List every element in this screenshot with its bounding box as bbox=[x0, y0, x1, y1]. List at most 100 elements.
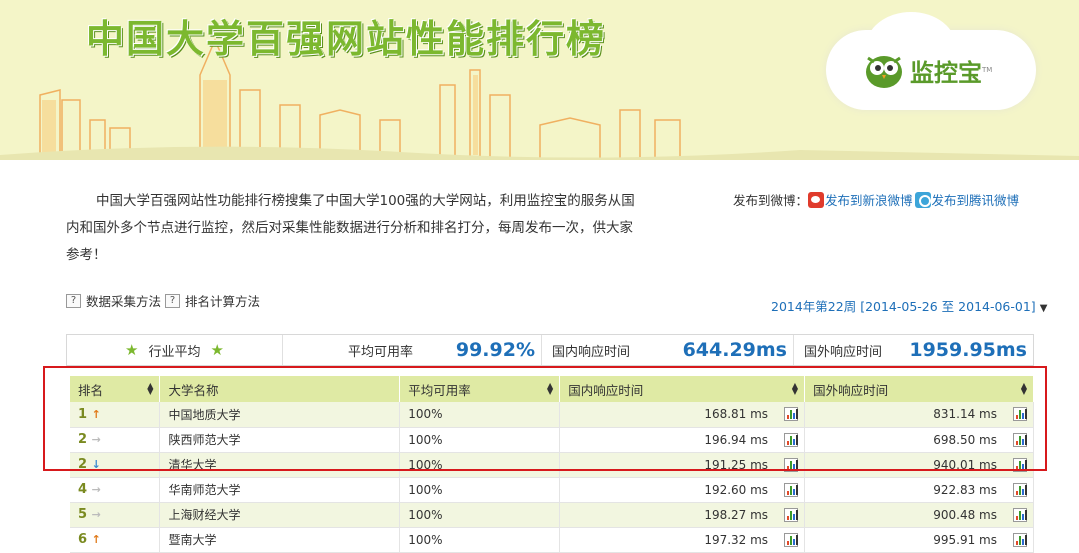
table-header-row: 排名 ▲ ▼ 大学名称 平均可用率 ▲ ▼ 国内响应时间 ▲ ▼ 国外响应时间 ▲ ▼ bbox=[70, 376, 1034, 402]
tencent-weibo-icon bbox=[914, 191, 931, 208]
average-domestic-cell: 国内响应时间 644.29ms bbox=[542, 335, 794, 365]
domestic-time-cell: 197.32 ms bbox=[559, 527, 806, 553]
domestic-time-cell: 191.25 ms bbox=[559, 452, 806, 478]
rank-cell: 1 ↑ bbox=[70, 402, 161, 428]
average-foreign-cell: 国外响应时间 1959.95ms bbox=[794, 335, 1033, 365]
domestic-time-cell: 198.27 ms bbox=[559, 502, 806, 528]
logo-trademark: TM bbox=[982, 66, 993, 74]
table-row: 2 ↓ 清华大学 100% 191.25 ms 940.01 ms bbox=[70, 452, 1034, 478]
header-banner: 中国大学百强网站性能排行榜 监控宝 TM bbox=[0, 0, 1079, 160]
university-name-cell[interactable]: 陕西师范大学 bbox=[159, 427, 401, 453]
domestic-time-cell: 192.60 ms bbox=[559, 477, 806, 503]
industry-average-bar: ★ 行业平均 ★ 平均可用率 99.92% 国内响应时间 644.29ms 国外… bbox=[66, 334, 1034, 366]
chart-icon[interactable] bbox=[784, 407, 799, 421]
trend-same-icon: → bbox=[91, 483, 101, 496]
column-header-foreign[interactable]: 国外响应时间 ▲ ▼ bbox=[804, 376, 1034, 402]
availability-cell: 100% bbox=[399, 502, 561, 528]
domestic-time-cell: 168.81 ms bbox=[559, 402, 806, 428]
week-selector[interactable]: 2014年第22周 [2014-05-26 至 2014-06-01] ▼ bbox=[771, 296, 1047, 315]
average-label: 行业平均 bbox=[148, 344, 201, 360]
methods-links: ? 数据采集方法 ? 排名计算方法 bbox=[66, 291, 260, 310]
chart-icon[interactable] bbox=[784, 507, 799, 522]
help-icon: ? bbox=[165, 293, 181, 308]
sort-icon: ▲ ▼ bbox=[791, 381, 799, 396]
intro-paragraph: 中国大学百强网站性功能排行榜搜集了中国大学100强的大学网站，利用监控宝的服务从… bbox=[66, 193, 635, 263]
university-name-cell[interactable]: 清华大学 bbox=[159, 452, 401, 478]
availability-value: 99.92% bbox=[455, 339, 535, 361]
rank-cell: 5 → bbox=[70, 502, 161, 528]
chart-icon[interactable] bbox=[784, 532, 799, 547]
column-header-rank[interactable]: 排名 ▲ ▼ bbox=[70, 376, 161, 402]
table-row: 1 ↑ 中国地质大学 100% 168.81 ms 831.14 ms bbox=[70, 402, 1034, 428]
chart-icon[interactable] bbox=[1013, 532, 1027, 547]
rank-cell: 2 ↓ bbox=[70, 452, 161, 478]
foreign-time-cell: 922.83 ms bbox=[804, 477, 1034, 503]
trend-up-icon: ↑ bbox=[91, 407, 101, 421]
foreign-time-cell: 900.48 ms bbox=[804, 502, 1034, 528]
average-title-cell: ★ 行业平均 ★ bbox=[67, 335, 283, 365]
ranking-table: 排名 ▲ ▼ 大学名称 平均可用率 ▲ ▼ 国内响应时间 ▲ ▼ 国外响应时间 ▲ ▼ 1 ↑ 中… bbox=[70, 376, 1034, 553]
sina-weibo-icon bbox=[808, 191, 825, 208]
star-icon: ★ bbox=[125, 341, 139, 359]
university-name-cell[interactable]: 华南师范大学 bbox=[159, 477, 401, 503]
university-name-cell[interactable]: 暨南大学 bbox=[159, 527, 401, 553]
availability-cell: 100% bbox=[399, 427, 561, 453]
star-icon: ★ bbox=[210, 341, 224, 359]
table-row: 5 → 上海财经大学 100% 198.27 ms 900.48 ms bbox=[70, 502, 1034, 528]
table-row: 2 → 陕西师范大学 100% 196.94 ms 698.50 ms bbox=[70, 427, 1034, 453]
owl-icon bbox=[862, 50, 906, 90]
chart-icon[interactable] bbox=[1013, 432, 1027, 447]
availability-cell: 100% bbox=[399, 452, 561, 478]
share-sina-weibo-link[interactable]: 发布到新浪微博 bbox=[808, 190, 913, 209]
foreign-time-cell: 995.91 ms bbox=[804, 527, 1034, 553]
share-bar: 发布到微博： 发布到新浪微博 发布到腾讯微博 bbox=[733, 190, 1019, 209]
share-tencent-label: 发布到腾讯微博 bbox=[931, 193, 1020, 208]
chart-icon[interactable] bbox=[1013, 457, 1027, 472]
column-header-availability[interactable]: 平均可用率 ▲ ▼ bbox=[399, 376, 561, 402]
chart-icon[interactable] bbox=[784, 432, 799, 447]
foreign-time-cell: 698.50 ms bbox=[804, 427, 1034, 453]
sort-icon: ▲ ▼ bbox=[1020, 381, 1027, 396]
rank-cell: 2 → bbox=[70, 427, 161, 453]
week-range-text: 2014年第22周 [2014-05-26 至 2014-06-01] bbox=[771, 299, 1036, 314]
rank-method-link[interactable]: 排名计算方法 bbox=[185, 291, 260, 310]
trend-down-icon: ↓ bbox=[91, 458, 101, 471]
share-label: 发布到微博： bbox=[733, 193, 809, 208]
trend-up-icon: ↑ bbox=[91, 533, 101, 546]
university-name-cell[interactable]: 中国地质大学 bbox=[159, 402, 401, 428]
domestic-label: 国内响应时间 bbox=[552, 344, 631, 360]
share-tencent-weibo-link[interactable]: 发布到腾讯微博 bbox=[913, 190, 1020, 209]
logo-text: 监控宝 bbox=[910, 58, 982, 87]
availability-cell: 100% bbox=[399, 402, 561, 428]
foreign-time-cell: 831.14 ms bbox=[804, 402, 1034, 428]
chart-icon[interactable] bbox=[784, 482, 799, 497]
availability-label: 平均可用率 bbox=[348, 344, 414, 360]
rank-cell: 6 ↑ bbox=[70, 527, 161, 553]
share-sina-label: 发布到新浪微博 bbox=[825, 193, 913, 208]
average-availability-cell: 平均可用率 99.92% bbox=[283, 335, 542, 365]
column-header-name[interactable]: 大学名称 bbox=[159, 376, 401, 402]
foreign-time-cell: 940.01 ms bbox=[804, 452, 1034, 478]
chart-icon[interactable] bbox=[1013, 507, 1027, 522]
sort-icon: ▲ ▼ bbox=[147, 381, 154, 396]
domestic-time-cell: 196.94 ms bbox=[559, 427, 806, 453]
page-banner-title: 中国大学百强网站性能排行榜 bbox=[86, 17, 607, 61]
column-header-domestic[interactable]: 国内响应时间 ▲ ▼ bbox=[559, 376, 806, 402]
university-name-cell[interactable]: 上海财经大学 bbox=[159, 502, 401, 528]
domestic-value: 644.29ms bbox=[682, 339, 787, 361]
table-row: 4 → 华南师范大学 100% 192.60 ms 922.83 ms bbox=[70, 477, 1034, 503]
rank-cell: 4 → bbox=[70, 477, 161, 503]
chart-icon[interactable] bbox=[1013, 482, 1027, 497]
availability-cell: 100% bbox=[399, 477, 561, 503]
table-row: 6 ↑ 暨南大学 100% 197.32 ms 995.91 ms bbox=[70, 527, 1034, 553]
availability-cell: 100% bbox=[399, 527, 561, 553]
jiankongbao-logo[interactable]: 监控宝 TM bbox=[862, 50, 992, 90]
chart-icon[interactable] bbox=[784, 457, 799, 472]
chart-icon[interactable] bbox=[1013, 407, 1027, 421]
data-method-link[interactable]: 数据采集方法 bbox=[86, 291, 161, 310]
sort-icon: ▲ ▼ bbox=[547, 381, 554, 396]
trend-same-icon: → bbox=[91, 433, 101, 446]
help-icon: ? bbox=[66, 293, 81, 308]
foreign-label: 国外响应时间 bbox=[804, 344, 883, 360]
dropdown-caret-icon: ▼ bbox=[1039, 303, 1048, 314]
